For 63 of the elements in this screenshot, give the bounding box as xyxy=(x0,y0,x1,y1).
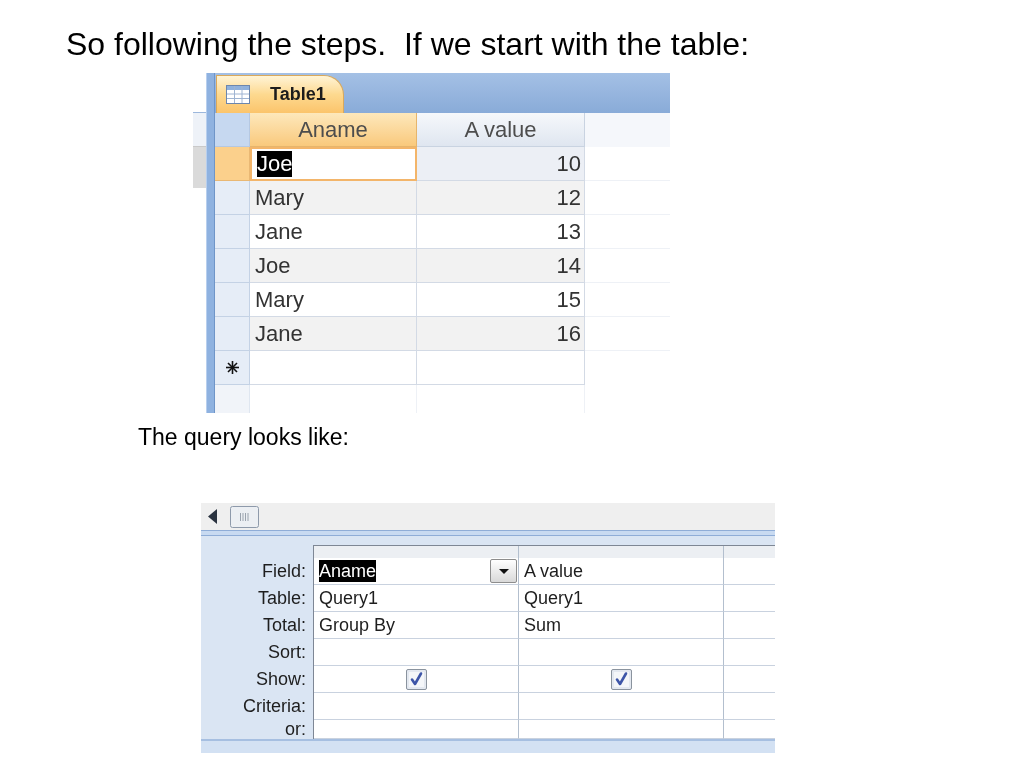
table-cell: Joe xyxy=(250,249,417,283)
grid-field[interactable] xyxy=(314,693,519,720)
scroll-thumb[interactable] xyxy=(230,505,259,528)
table-icon xyxy=(226,85,250,104)
grid-field[interactable] xyxy=(724,612,775,639)
new-record-cell[interactable] xyxy=(250,351,417,385)
left-arrow-icon[interactable] xyxy=(208,509,217,524)
checkbox[interactable] xyxy=(610,668,632,690)
row-label: Total: xyxy=(262,616,306,635)
row-label: Sort: xyxy=(268,643,306,662)
row-selector[interactable] xyxy=(215,283,250,317)
grid-field[interactable]: Query1 xyxy=(314,585,519,612)
new-record-cell[interactable] xyxy=(417,351,585,385)
table-cell: 16 xyxy=(417,317,585,351)
caption: The query looks like: xyxy=(138,424,349,451)
table-cell: 10 xyxy=(417,147,585,181)
slide-heading: So following the steps. If we start with the table: xyxy=(66,25,749,63)
grid-field[interactable] xyxy=(519,693,724,720)
table-cell: 13 xyxy=(417,215,585,249)
table-cell: Jane xyxy=(250,317,417,351)
row-selector[interactable] xyxy=(215,249,250,283)
grid-field[interactable] xyxy=(724,693,775,720)
select-all-corner[interactable] xyxy=(215,113,250,147)
grid-field[interactable]: Query1 xyxy=(519,585,724,612)
grid-field[interactable] xyxy=(724,639,775,666)
column-header[interactable]: A value xyxy=(417,113,585,147)
grid-field[interactable]: A value xyxy=(519,558,724,585)
grid-field[interactable] xyxy=(724,585,775,612)
row-selector[interactable] xyxy=(215,147,250,181)
table-cell: 12 xyxy=(417,181,585,215)
grid-field[interactable] xyxy=(724,720,775,739)
document-tab[interactable]: Table1 xyxy=(216,75,344,113)
row-label: Show: xyxy=(255,670,306,689)
checkbox[interactable] xyxy=(405,668,427,690)
grid-field[interactable] xyxy=(724,558,775,585)
grid-field[interactable] xyxy=(314,639,519,666)
grid-field[interactable] xyxy=(724,666,775,693)
dropdown-button[interactable] xyxy=(490,559,517,583)
grid-field[interactable] xyxy=(314,720,519,739)
table-cell: Jane xyxy=(250,215,417,249)
row-selector[interactable] xyxy=(215,215,250,249)
row-selector[interactable] xyxy=(215,181,250,215)
caret-icon xyxy=(498,568,509,574)
table-cell: Mary xyxy=(250,181,417,215)
row-label: Field: xyxy=(262,562,306,581)
grid-field[interactable] xyxy=(519,720,724,739)
row-selector[interactable] xyxy=(215,317,250,351)
table-cell: Mary xyxy=(250,283,417,317)
grid-field[interactable]: Group By xyxy=(314,612,519,639)
splitter-bar[interactable] xyxy=(206,73,215,413)
asterisk-icon xyxy=(225,361,239,374)
table-cell: 14 xyxy=(417,249,585,283)
selected-text: Aname xyxy=(319,560,377,582)
row-label: or: xyxy=(285,720,306,739)
grid-field[interactable]: Aname xyxy=(314,558,519,585)
row-label: Criteria: xyxy=(243,697,306,716)
table-cell: 15 xyxy=(417,283,585,317)
selected-text: Joe xyxy=(257,151,293,177)
grid-field[interactable] xyxy=(519,639,724,666)
scrollbar-track[interactable] xyxy=(201,739,775,753)
row-label: Table: xyxy=(257,589,306,608)
column-header[interactable]: Aname xyxy=(250,113,417,147)
grid-field[interactable]: Sum xyxy=(519,612,724,639)
